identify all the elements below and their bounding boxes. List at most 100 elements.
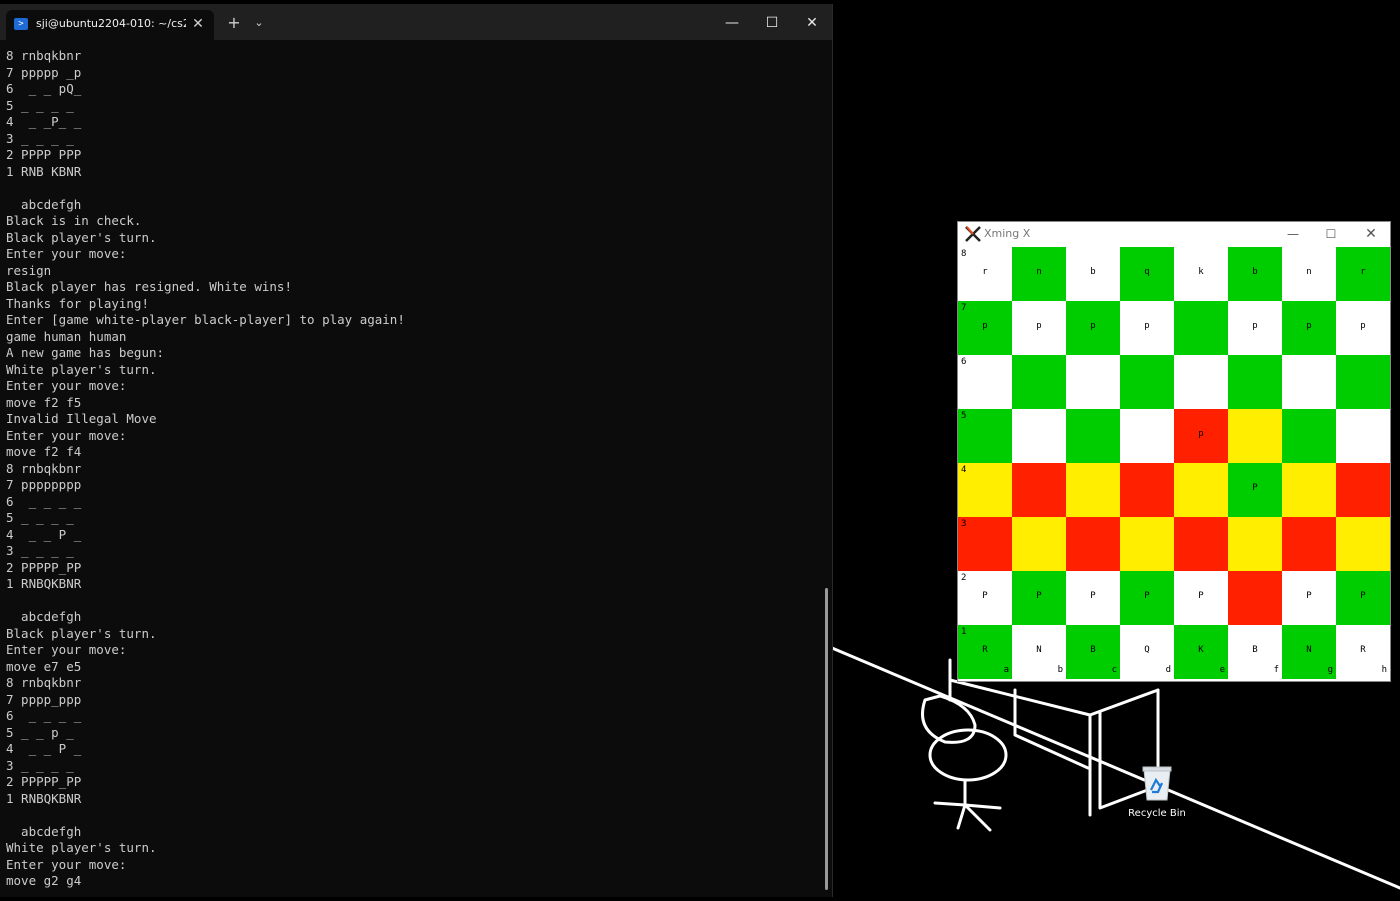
chess-piece[interactable]: P xyxy=(1120,591,1174,601)
chess-piece[interactable]: P xyxy=(1336,591,1390,601)
maximize-button[interactable]: ☐ xyxy=(1312,222,1350,246)
chess-piece[interactable]: K xyxy=(1174,645,1228,655)
xming-titlebar[interactable]: Xming X — ☐ ✕ xyxy=(958,222,1390,246)
board-square-h1[interactable]: Rh xyxy=(1336,625,1390,679)
chess-piece[interactable]: p xyxy=(958,321,1012,331)
board-square-f1[interactable]: Bf xyxy=(1228,625,1282,679)
board-square-c8[interactable]: b xyxy=(1066,247,1120,301)
board-square-h5[interactable] xyxy=(1336,409,1390,463)
chess-piece[interactable]: n xyxy=(1282,267,1336,277)
chess-board[interactable]: 8rnbqkbnr7ppppppp65p4P32PPPPPPP1RaNbBcQd… xyxy=(958,247,1390,679)
chess-piece[interactable]: R xyxy=(958,645,1012,655)
chess-piece[interactable]: p xyxy=(1012,321,1066,331)
chess-piece[interactable]: B xyxy=(1066,645,1120,655)
board-square-f3[interactable] xyxy=(1228,517,1282,571)
board-square-g3[interactable] xyxy=(1282,517,1336,571)
minimize-button[interactable]: — xyxy=(712,10,752,36)
board-square-b4[interactable] xyxy=(1012,463,1066,517)
board-square-e3[interactable] xyxy=(1174,517,1228,571)
board-square-e1[interactable]: Ke xyxy=(1174,625,1228,679)
board-square-h3[interactable] xyxy=(1336,517,1390,571)
board-square-c5[interactable] xyxy=(1066,409,1120,463)
chess-piece[interactable]: P xyxy=(1228,483,1282,493)
board-square-d3[interactable] xyxy=(1120,517,1174,571)
board-square-g4[interactable] xyxy=(1282,463,1336,517)
board-square-f4[interactable]: P xyxy=(1228,463,1282,517)
board-square-d8[interactable]: q xyxy=(1120,247,1174,301)
board-square-h7[interactable]: p xyxy=(1336,301,1390,355)
chess-piece[interactable]: q xyxy=(1120,267,1174,277)
board-square-e2[interactable]: P xyxy=(1174,571,1228,625)
board-square-h6[interactable] xyxy=(1336,355,1390,409)
chess-piece[interactable]: p xyxy=(1120,321,1174,331)
chess-piece[interactable]: B xyxy=(1228,645,1282,655)
terminal-tab[interactable]: > sji@ubuntu2204-010: ~/cs246 ✕ xyxy=(6,10,214,40)
chess-piece[interactable]: p xyxy=(1336,321,1390,331)
board-square-a1[interactable]: 1 Ra xyxy=(958,625,1012,679)
recycle-bin-shortcut[interactable]: Recycle Bin xyxy=(1126,764,1188,824)
terminal-output[interactable]: 8 rnbqkbnr 7 ppppp _p 6 _ _ pQ_ 5 _ _ _ _ 4 … xyxy=(6,48,816,894)
board-square-a2[interactable]: 2P xyxy=(958,571,1012,625)
board-square-b3[interactable] xyxy=(1012,517,1066,571)
chess-piece[interactable]: P xyxy=(1174,591,1228,601)
terminal-scrollbar[interactable] xyxy=(825,588,828,890)
board-square-c6[interactable] xyxy=(1066,355,1120,409)
board-square-d6[interactable] xyxy=(1120,355,1174,409)
chess-piece[interactable]: r xyxy=(1336,267,1390,277)
chess-piece[interactable]: p xyxy=(1066,321,1120,331)
board-square-b5[interactable] xyxy=(1012,409,1066,463)
board-square-d4[interactable] xyxy=(1120,463,1174,517)
board-square-g5[interactable] xyxy=(1282,409,1336,463)
chess-piece[interactable]: b xyxy=(1066,267,1120,277)
board-square-f6[interactable] xyxy=(1228,355,1282,409)
maximize-button[interactable]: ☐ xyxy=(752,10,792,36)
board-square-a7[interactable]: 7p xyxy=(958,301,1012,355)
chess-piece[interactable]: p xyxy=(1174,429,1228,439)
board-square-c4[interactable] xyxy=(1066,463,1120,517)
board-square-a3[interactable]: 3 xyxy=(958,517,1012,571)
board-square-g1[interactable]: Ng xyxy=(1282,625,1336,679)
board-square-a4[interactable]: 4 xyxy=(958,463,1012,517)
board-square-b7[interactable]: p xyxy=(1012,301,1066,355)
board-square-h2[interactable]: P xyxy=(1336,571,1390,625)
board-square-b2[interactable]: P xyxy=(1012,571,1066,625)
board-square-g7[interactable]: p xyxy=(1282,301,1336,355)
board-square-a5[interactable]: 5 xyxy=(958,409,1012,463)
chevron-down-icon[interactable]: ⌄ xyxy=(250,13,268,33)
board-square-c7[interactable]: p xyxy=(1066,301,1120,355)
board-square-d5[interactable] xyxy=(1120,409,1174,463)
board-square-e5[interactable]: p xyxy=(1174,409,1228,463)
board-square-d7[interactable]: p xyxy=(1120,301,1174,355)
chess-piece[interactable]: k xyxy=(1174,267,1228,277)
chess-piece[interactable]: P xyxy=(1282,591,1336,601)
chess-piece[interactable]: Q xyxy=(1120,645,1174,655)
board-square-g6[interactable] xyxy=(1282,355,1336,409)
close-button[interactable]: ✕ xyxy=(792,10,832,36)
chess-piece[interactable]: b xyxy=(1228,267,1282,277)
board-square-b8[interactable]: n xyxy=(1012,247,1066,301)
board-square-a6[interactable]: 6 xyxy=(958,355,1012,409)
board-square-g2[interactable]: P xyxy=(1282,571,1336,625)
board-square-e4[interactable] xyxy=(1174,463,1228,517)
board-square-d2[interactable]: P xyxy=(1120,571,1174,625)
tab-close-icon[interactable]: ✕ xyxy=(188,14,208,34)
board-square-d1[interactable]: Qd xyxy=(1120,625,1174,679)
board-square-c2[interactable]: P xyxy=(1066,571,1120,625)
chess-piece[interactable]: p xyxy=(1228,321,1282,331)
board-square-e6[interactable] xyxy=(1174,355,1228,409)
board-square-f8[interactable]: b xyxy=(1228,247,1282,301)
chess-piece[interactable]: R xyxy=(1336,645,1390,655)
chess-piece[interactable]: P xyxy=(958,591,1012,601)
board-square-c1[interactable]: Bc xyxy=(1066,625,1120,679)
board-square-b1[interactable]: Nb xyxy=(1012,625,1066,679)
new-tab-button[interactable]: + xyxy=(224,13,244,33)
board-square-g8[interactable]: n xyxy=(1282,247,1336,301)
board-square-f7[interactable]: p xyxy=(1228,301,1282,355)
board-square-f2[interactable] xyxy=(1228,571,1282,625)
board-square-h4[interactable] xyxy=(1336,463,1390,517)
chess-piece[interactable]: r xyxy=(958,267,1012,277)
chess-piece[interactable]: P xyxy=(1012,591,1066,601)
chess-piece[interactable]: N xyxy=(1282,645,1336,655)
chess-piece[interactable]: P xyxy=(1066,591,1120,601)
chess-piece[interactable]: N xyxy=(1012,645,1066,655)
